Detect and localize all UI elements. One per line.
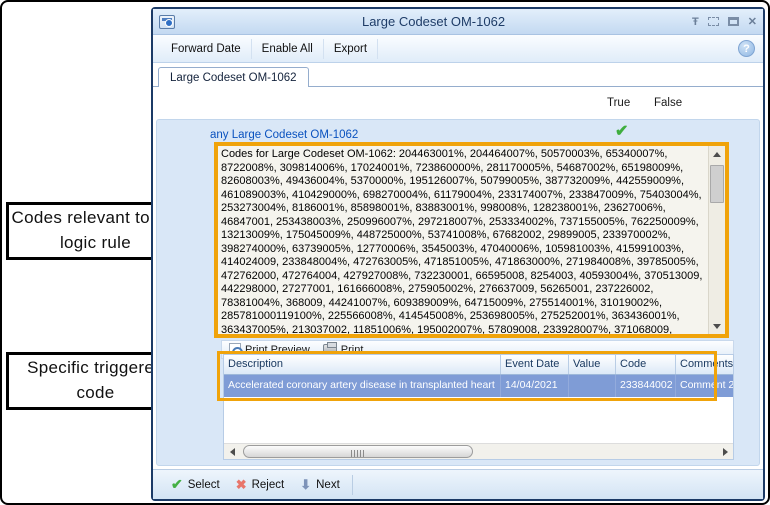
next-label: Next <box>316 479 340 491</box>
column-header-code[interactable]: Code <box>616 355 676 374</box>
next-down-arrow-icon: ⬇ <box>300 477 311 493</box>
logic-panel: any Large Codeset OM-1062 ✔ Codes for La… <box>156 119 760 466</box>
cell-code: 233844002 <box>616 375 676 397</box>
scroll-track[interactable] <box>709 162 725 318</box>
rule-link[interactable]: any Large Codeset OM-1062 <box>210 129 358 141</box>
app-icon <box>159 15 175 29</box>
help-icon[interactable]: ? <box>738 40 755 57</box>
hscroll-thumb[interactable] <box>243 445 473 458</box>
pin-icon[interactable]: Ŧ <box>692 16 699 28</box>
scroll-down-icon[interactable] <box>709 318 725 334</box>
column-header-comments[interactable]: Comments <box>676 355 733 374</box>
select-label: Select <box>188 479 220 491</box>
select-button[interactable]: ✔ Select <box>163 473 228 496</box>
forward-date-button[interactable]: Forward Date <box>161 39 252 59</box>
codes-highlight-box: Codes for Large Codeset OM-1062: 2044630… <box>214 142 729 338</box>
column-header-event-date[interactable]: Event Date <box>501 355 569 374</box>
maximize-icon[interactable] <box>728 17 739 26</box>
content-area: True False any Large Codeset OM-1062 ✔ C… <box>153 87 763 469</box>
true-column-label: True <box>607 97 630 109</box>
column-header-value[interactable]: Value <box>569 355 616 374</box>
false-column-label: False <box>654 97 682 109</box>
reject-label: Reject <box>252 479 285 491</box>
window-title: Large Codeset OM-1062 <box>175 14 692 29</box>
codeset-window: Large Codeset OM-1062 Ŧ ✕ Forward Date E… <box>151 7 765 501</box>
screenshot-frame: Codes relevant to the logic rule Specifi… <box>0 0 770 505</box>
table-empty-space <box>224 397 733 443</box>
scroll-thumb[interactable] <box>710 165 724 203</box>
tab-large-codeset[interactable]: Large Codeset OM-1062 <box>158 67 309 87</box>
codes-textarea[interactable]: Codes for Large Codeset OM-1062: 2044630… <box>218 146 708 334</box>
cell-comments: Comment 2 <box>676 375 733 397</box>
rule-true-check-icon: ✔ <box>615 121 628 141</box>
scroll-right-icon[interactable] <box>717 444 733 459</box>
cell-event-date: 14/04/2021 <box>501 375 569 397</box>
main-toolbar: Forward Date Enable All Export ? <box>153 35 763 63</box>
export-button[interactable]: Export <box>324 39 378 59</box>
triggered-code-table: Description Event Date Value Code Commen… <box>223 354 734 460</box>
footer-bar: ✔ Select ✖ Reject ⬇ Next <box>153 469 763 499</box>
enable-all-button[interactable]: Enable All <box>252 39 324 59</box>
scroll-left-icon[interactable] <box>224 444 240 459</box>
select-check-icon: ✔ <box>171 476 183 493</box>
cell-description: Accelerated coronary artery disease in t… <box>224 375 501 397</box>
close-icon[interactable]: ✕ <box>748 15 757 28</box>
codes-vertical-scrollbar[interactable] <box>708 146 725 334</box>
next-button[interactable]: ⬇ Next <box>292 474 348 496</box>
table-horizontal-scrollbar[interactable] <box>224 443 733 459</box>
cell-value <box>569 375 616 397</box>
reject-cross-icon: ✖ <box>236 477 247 493</box>
tab-strip: Large Codeset OM-1062 <box>153 63 763 87</box>
footer-separator <box>352 475 353 495</box>
restore-icon[interactable] <box>708 17 719 26</box>
table-header-row: Description Event Date Value Code Commen… <box>224 355 733 375</box>
title-bar[interactable]: Large Codeset OM-1062 Ŧ ✕ <box>153 9 763 35</box>
hscroll-track[interactable] <box>240 444 717 459</box>
column-header-description[interactable]: Description <box>224 355 501 374</box>
table-row[interactable]: Accelerated coronary artery disease in t… <box>224 375 733 397</box>
scroll-up-icon[interactable] <box>709 146 725 162</box>
reject-button[interactable]: ✖ Reject <box>228 474 293 496</box>
